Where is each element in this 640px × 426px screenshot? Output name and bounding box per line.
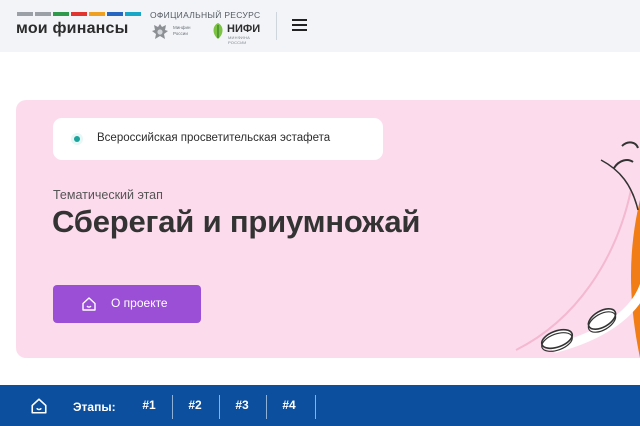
hamburger-menu-icon[interactable] bbox=[290, 16, 310, 34]
minfin-line1: Минфин bbox=[173, 25, 191, 30]
stage-label: Тематический этап bbox=[53, 188, 163, 202]
page-title: Сберегай и приумножай bbox=[52, 204, 421, 239]
stage-link-4[interactable]: #4 bbox=[267, 385, 311, 426]
minfin-line2: России bbox=[173, 30, 188, 36]
house-icon bbox=[82, 297, 96, 311]
stage-link-1[interactable]: #1 bbox=[127, 385, 171, 426]
about-project-label: О проекте bbox=[111, 296, 168, 310]
nifi-title: НИФИ bbox=[227, 23, 261, 35]
official-resource-label: ОФИЦИАЛЬНЫЙ РЕСУРС bbox=[150, 10, 261, 20]
stages-nav: Этапы: #1 #2 #3 #4 bbox=[0, 385, 640, 426]
stages-label: Этапы: bbox=[73, 400, 116, 414]
nifi-leaf-icon bbox=[213, 23, 223, 39]
badge-dot-icon bbox=[71, 133, 83, 145]
site-logo[interactable]: мои финансы bbox=[16, 20, 129, 38]
stage-link-3[interactable]: #3 bbox=[220, 385, 264, 426]
hero-banner: Всероссийская просветительская эстафета … bbox=[16, 100, 640, 358]
house-icon[interactable] bbox=[30, 397, 48, 415]
nifi-logo[interactable]: НИФИ МИНФИНА РОССИИ bbox=[210, 22, 266, 45]
site-header: мои финансы ОФИЦИАЛЬНЫЙ РЕСУРС Минфин Ро… bbox=[0, 0, 640, 53]
nav-divider bbox=[315, 395, 316, 419]
stage-link-2[interactable]: #2 bbox=[173, 385, 217, 426]
nifi-subtitle: МИНФИНА РОССИИ bbox=[228, 35, 250, 45]
about-project-button[interactable]: О проекте bbox=[53, 285, 201, 323]
relay-badge: Всероссийская просветительская эстафета bbox=[53, 118, 383, 160]
eagle-emblem-icon bbox=[152, 24, 168, 39]
minfin-logo[interactable]: Минфин России bbox=[150, 22, 198, 42]
badge-text: Всероссийская просветительская эстафета bbox=[97, 132, 331, 144]
logo-stripes bbox=[17, 12, 143, 16]
header-divider bbox=[276, 12, 277, 40]
